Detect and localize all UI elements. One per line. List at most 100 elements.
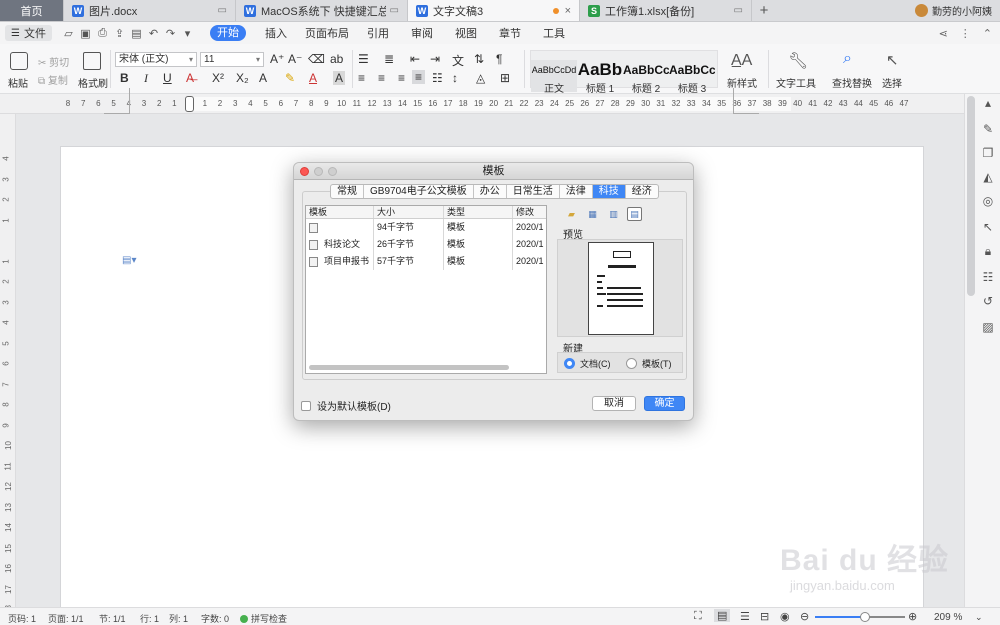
ok-button[interactable]: 确定: [644, 396, 685, 411]
column-header-modified[interactable]: 修改: [513, 206, 546, 218]
menu-page-layout[interactable]: 页面布局: [298, 25, 356, 41]
tab-office[interactable]: 办公: [474, 185, 507, 198]
char-shading-icon[interactable]: A: [333, 71, 346, 85]
tab-technology[interactable]: 科技: [592, 185, 626, 198]
table-row[interactable]: 科技论文 26千字节 模板 2020/1: [306, 236, 546, 253]
export-icon[interactable]: ⇪: [111, 27, 128, 40]
tab-economy[interactable]: 经济: [626, 185, 658, 198]
file-menu-button[interactable]: ☰ 文件: [5, 25, 52, 41]
history-icon[interactable]: ↺: [981, 294, 995, 308]
up-folder-icon[interactable]: ▰: [564, 207, 579, 221]
zoom-out-icon[interactable]: ⊖: [800, 610, 809, 623]
distribute-icon[interactable]: ☷: [432, 71, 443, 85]
decrease-indent-icon[interactable]: ⇤: [410, 52, 420, 66]
subscript-icon[interactable]: X₂: [236, 71, 249, 85]
indent-marker-icon[interactable]: [185, 96, 194, 112]
numbered-list-icon[interactable]: ≣: [384, 52, 394, 66]
tab-doc-2[interactable]: W MacOS系统下 快捷键汇总 ▭: [236, 0, 408, 21]
increase-indent-icon[interactable]: ⇥: [430, 52, 440, 66]
column-header-template[interactable]: 模板: [306, 206, 374, 218]
save-icon[interactable]: ▣: [77, 27, 94, 40]
cancel-button[interactable]: 取消: [592, 396, 636, 411]
compass-icon[interactable]: ◎: [981, 194, 995, 208]
paste-button[interactable]: 粘贴: [8, 75, 28, 90]
status-col[interactable]: 列: 1: [169, 612, 188, 625]
zoom-level[interactable]: 209 %: [934, 612, 962, 623]
paste-icon[interactable]: [10, 52, 28, 70]
align-left-icon[interactable]: ≡: [358, 71, 365, 85]
tab-doc-1[interactable]: W 图片.docx ▭: [64, 0, 236, 21]
line-spacing-icon[interactable]: ↕: [452, 71, 458, 85]
vertical-scrollbar[interactable]: [967, 96, 975, 296]
share-icon[interactable]: ⋖: [939, 27, 948, 40]
shapes-icon[interactable]: ❐: [981, 146, 995, 160]
tab-sheet-4[interactable]: S 工作簿1.xlsx[备份] ▭: [580, 0, 752, 21]
pinyin-icon[interactable]: ab: [330, 52, 343, 66]
pointer-icon[interactable]: ↖: [981, 220, 995, 234]
zoom-slider-handle[interactable]: [859, 612, 870, 622]
borders-icon[interactable]: ⊞: [500, 71, 510, 85]
page-view-icon[interactable]: ▤: [714, 609, 731, 622]
font-name-select[interactable]: 宋体 (正文) ▾: [115, 52, 197, 67]
cursor-select-icon[interactable]: ↖: [886, 51, 899, 69]
column-header-size[interactable]: 大小: [374, 206, 444, 218]
shrink-font-icon[interactable]: A⁻: [288, 52, 302, 66]
status-words[interactable]: 字数: 0: [201, 612, 229, 625]
underline-icon[interactable]: U: [163, 71, 172, 85]
zoom-in-icon[interactable]: ⊕: [908, 610, 917, 623]
bold-icon[interactable]: B: [120, 71, 129, 85]
menu-review[interactable]: 审阅: [400, 25, 444, 41]
grow-font-icon[interactable]: A⁺: [270, 52, 284, 66]
superscript-icon[interactable]: X²: [212, 71, 224, 85]
tab-doc-3-active[interactable]: W 文字文稿3 ×: [408, 0, 580, 21]
copy-button[interactable]: ⧉ 复制: [38, 72, 68, 87]
zoom-window-icon[interactable]: [328, 167, 337, 176]
format-painter-icon[interactable]: [83, 52, 101, 70]
zoom-slider[interactable]: [815, 612, 905, 622]
horizontal-ruler[interactable]: 8 7 6 5 4 3 2 1 1 2 3 4 5 6 7 8 9 10 11 12 13 14 15 16 17 18 19 20 2…: [0, 94, 964, 114]
collapse-ribbon-icon[interactable]: ⌃: [983, 27, 992, 40]
minimize-window-icon[interactable]: [314, 167, 323, 176]
style-heading-2[interactable]: AaBbCc 标题 2: [623, 60, 669, 95]
close-tab-icon[interactable]: ×: [565, 5, 571, 17]
style-normal[interactable]: AaBbCcDd 正文: [531, 60, 577, 95]
menu-start[interactable]: 开始: [209, 25, 246, 41]
text-effect-icon[interactable]: A: [259, 71, 267, 85]
details-view-icon[interactable]: ▤: [627, 207, 642, 221]
menu-references[interactable]: 引用: [356, 25, 400, 41]
user-account[interactable]: 勤劳的小阿姨: [915, 3, 992, 18]
reading-mode-icon[interactable]: ◉: [780, 610, 790, 623]
pen-icon[interactable]: ✎: [981, 122, 995, 136]
tab-general[interactable]: 常规: [331, 185, 364, 198]
tab-gb9704[interactable]: GB9704电子公文模板: [364, 185, 474, 198]
more-icon[interactable]: ⋮: [960, 27, 971, 40]
align-right-icon[interactable]: ≡: [398, 71, 405, 85]
outline-view-icon[interactable]: ☰: [740, 610, 750, 623]
strikethrough-icon[interactable]: A̶: [186, 71, 194, 85]
tab-home[interactable]: 首页: [0, 0, 64, 21]
undo-icon[interactable]: ↶: [145, 27, 162, 40]
image-icon[interactable]: ▨: [981, 320, 995, 334]
open-folder-icon[interactable]: ▱: [60, 27, 77, 40]
menu-view[interactable]: 视图: [444, 25, 488, 41]
radio-template[interactable]: 模板(T): [626, 357, 672, 370]
close-window-icon[interactable]: [300, 167, 309, 176]
justify-icon[interactable]: ≡: [412, 70, 426, 84]
radio-document[interactable]: 文档(C): [564, 357, 611, 370]
font-size-select[interactable]: 11 ▾: [200, 52, 264, 67]
spell-check-toggle[interactable]: 拼写检查: [240, 612, 287, 625]
status-page-code[interactable]: 页码: 1: [8, 612, 36, 625]
list-view-icon[interactable]: ▥: [606, 207, 621, 221]
find-replace-button[interactable]: 查找替换: [832, 75, 872, 90]
text-tools-button[interactable]: 文字工具: [776, 75, 816, 90]
italic-icon[interactable]: I: [144, 71, 148, 86]
tab-daily-life[interactable]: 日常生活: [507, 185, 560, 198]
focus-mode-icon[interactable]: ⛶: [694, 610, 702, 623]
tab-law[interactable]: 法律: [560, 185, 593, 198]
add-tab-button[interactable]: +: [752, 0, 776, 21]
bullet-list-icon[interactable]: ☰: [358, 52, 369, 66]
select-button[interactable]: 选择: [882, 75, 902, 90]
clear-format-icon[interactable]: ⌫: [308, 52, 325, 66]
sort-icon[interactable]: ⇅: [474, 52, 484, 66]
vertical-ruler[interactable]: 432112345678910111213141516171819: [0, 114, 16, 614]
